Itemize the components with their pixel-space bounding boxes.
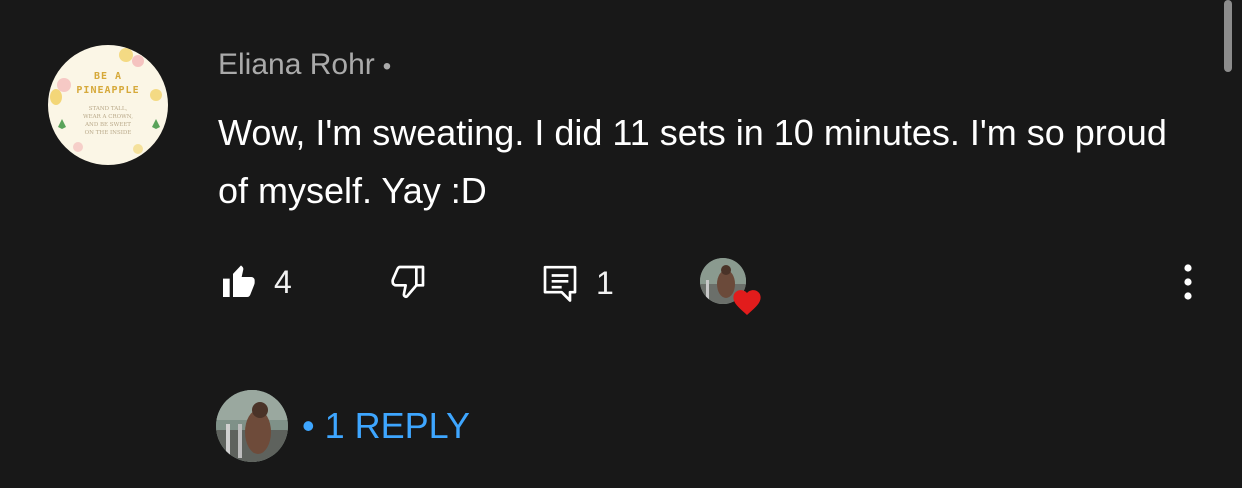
avatar-small-line: STAND TALL, [88,106,128,112]
avatar-line2: PINEAPPLE [76,85,140,96]
comment-author[interactable]: Eliana Rohr • [218,48,391,82]
more-options-button[interactable] [1172,262,1204,302]
comment-text: Wow, I'm sweating. I did 11 sets in 10 m… [218,112,1167,211]
like-button[interactable]: 4 [218,262,292,302]
reply-author-avatar [216,390,288,462]
dislike-button[interactable] [388,262,428,302]
avatar-small-line: AND BE SWEET [85,122,131,128]
avatar-small-text: STAND TALL, WEAR A CROWN, AND BE SWEET O… [48,105,168,137]
comment-thread: BE A PINEAPPLE STAND TALL, WEAR A CROWN,… [0,0,1242,488]
author-name: Eliana Rohr [218,48,375,81]
reply-button[interactable]: 1 [540,262,614,304]
heart-icon [733,290,761,316]
reply-author-photo-icon [216,390,288,462]
creator-heart [700,258,766,316]
more-vert-icon [1184,264,1192,300]
avatar-line1: BE A [93,71,123,82]
author-separator: • [382,53,392,80]
comment-icon [543,265,577,302]
thumbs-up-icon [223,265,255,297]
thumbs-down-icon [391,265,425,299]
replies-toggle-label[interactable]: • 1 REPLY [302,405,470,447]
avatar-small-line: ON THE INSIDE [84,130,132,136]
like-count: 4 [274,263,292,300]
reply-count: 1 [596,264,614,301]
view-replies-button[interactable]: • 1 REPLY [216,390,470,462]
scrollbar[interactable] [1224,0,1232,72]
author-avatar[interactable]: BE A PINEAPPLE STAND TALL, WEAR A CROWN,… [48,45,168,165]
avatar-small-line: WEAR A CROWN, [83,114,133,120]
